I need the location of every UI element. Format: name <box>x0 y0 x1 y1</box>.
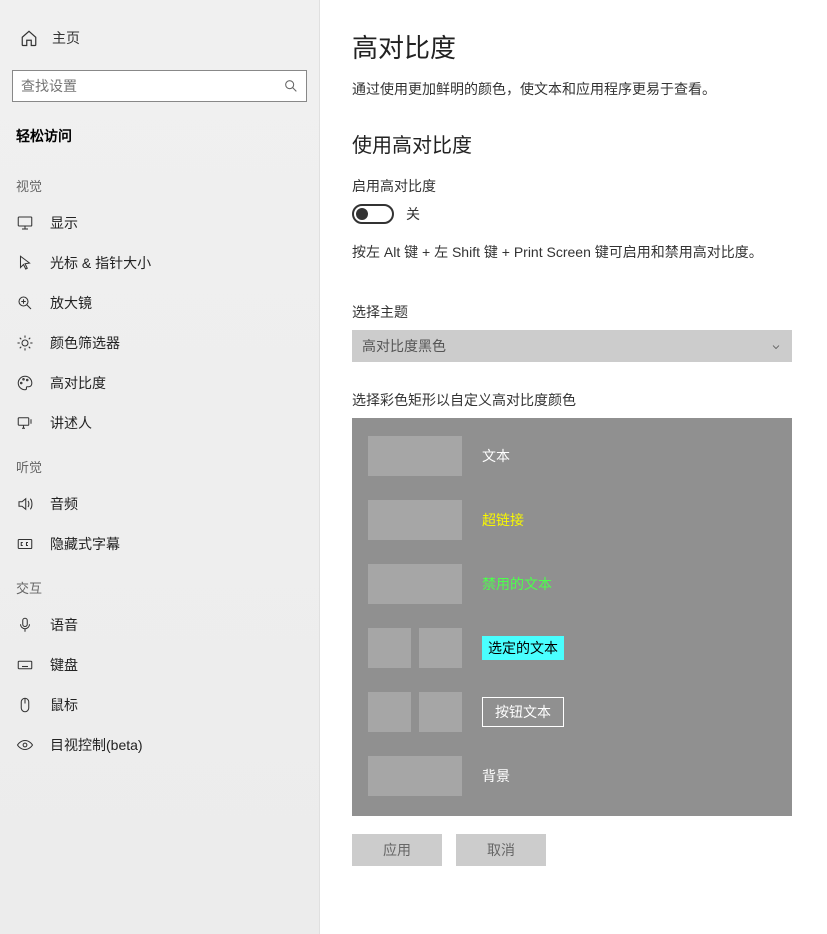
swatch-background[interactable] <box>368 756 462 796</box>
color-label-selected: 选定的文本 <box>482 636 564 660</box>
theme-select[interactable]: 高对比度黑色 <box>352 330 792 362</box>
audio-icon <box>16 495 34 513</box>
page-title: 高对比度 <box>352 28 795 65</box>
cursor-icon <box>16 254 34 272</box>
swatch-text[interactable] <box>368 436 462 476</box>
color-label-text: 文本 <box>482 446 510 466</box>
sidebar-item-voice[interactable]: 语音 <box>0 605 319 645</box>
chevron-down-icon <box>770 340 782 352</box>
brightness-icon <box>16 334 34 352</box>
keyboard-icon <box>16 656 34 674</box>
color-label-background: 背景 <box>482 766 510 786</box>
mouse-icon <box>16 696 34 714</box>
sidebar-item-color-filters[interactable]: 颜色筛选器 <box>0 323 319 363</box>
sidebar-item-label: 音频 <box>50 494 78 514</box>
magnifier-icon <box>16 294 34 312</box>
sidebar-item-cursor[interactable]: 光标 & 指针大小 <box>0 243 319 283</box>
sidebar-item-label: 颜色筛选器 <box>50 333 120 353</box>
sidebar-item-eye-control[interactable]: 目视控制(beta) <box>0 725 319 765</box>
sidebar-item-label: 鼠标 <box>50 695 78 715</box>
monitor-icon <box>16 214 34 232</box>
cancel-button[interactable]: 取消 <box>456 834 546 866</box>
swatch-hyperlink[interactable] <box>368 500 462 540</box>
sidebar-item-label: 目视控制(beta) <box>50 735 143 755</box>
category-title: 轻松访问 <box>0 120 319 162</box>
sidebar-item-mouse[interactable]: 鼠标 <box>0 685 319 725</box>
mic-icon <box>16 616 34 634</box>
sidebar-item-label: 隐藏式字幕 <box>50 534 120 554</box>
sidebar-item-label: 讲述人 <box>50 413 92 433</box>
enable-label: 启用高对比度 <box>352 176 795 196</box>
swatch-selected-bg[interactable] <box>419 628 462 668</box>
palette-icon <box>16 374 34 392</box>
color-panel: 文本 超链接 禁用的文本 选定的文本 按钮文本 背景 <box>352 418 792 816</box>
sidebar-item-label: 键盘 <box>50 655 78 675</box>
apply-button[interactable]: 应用 <box>352 834 442 866</box>
theme-select-value: 高对比度黑色 <box>362 336 446 356</box>
colors-panel-label: 选择彩色矩形以自定义高对比度颜色 <box>352 390 795 410</box>
sidebar-item-audio[interactable]: 音频 <box>0 484 319 524</box>
sidebar-item-label: 光标 & 指针大小 <box>50 253 151 273</box>
swatch-button-bg[interactable] <box>419 692 462 732</box>
home-nav[interactable]: 主页 <box>0 20 319 56</box>
home-icon <box>20 29 38 47</box>
sidebar-item-label: 显示 <box>50 213 78 233</box>
sidebar-item-narrator[interactable]: 讲述人 <box>0 403 319 443</box>
swatch-button-fg[interactable] <box>368 692 411 732</box>
shortcut-hint: 按左 Alt 键 + 左 Shift 键 + Print Screen 键可启用… <box>352 242 795 262</box>
toggle-knob <box>356 208 368 220</box>
color-label-button: 按钮文本 <box>482 697 564 727</box>
swatch-disabled[interactable] <box>368 564 462 604</box>
search-icon <box>283 78 299 94</box>
home-label: 主页 <box>52 28 80 48</box>
color-label-hyperlink: 超链接 <box>482 510 524 530</box>
group-label-vision: 视觉 <box>0 162 319 203</box>
page-description: 通过使用更加鲜明的颜色，使文本和应用程序更易于查看。 <box>352 79 795 99</box>
sidebar-item-keyboard[interactable]: 键盘 <box>0 645 319 685</box>
sidebar-item-label: 语音 <box>50 615 78 635</box>
sidebar-item-label: 放大镜 <box>50 293 92 313</box>
search-container <box>12 70 307 102</box>
group-label-hearing: 听觉 <box>0 443 319 484</box>
section-heading-use: 使用高对比度 <box>352 129 795 158</box>
sidebar-item-label: 高对比度 <box>50 373 106 393</box>
toggle-state-label: 关 <box>406 204 420 224</box>
high-contrast-toggle[interactable] <box>352 204 394 224</box>
group-label-interaction: 交互 <box>0 564 319 605</box>
swatch-selected-fg[interactable] <box>368 628 411 668</box>
search-input[interactable] <box>12 70 307 102</box>
theme-select-label: 选择主题 <box>352 302 795 322</box>
captions-icon <box>16 535 34 553</box>
sidebar-item-captions[interactable]: 隐藏式字幕 <box>0 524 319 564</box>
sidebar-item-display[interactable]: 显示 <box>0 203 319 243</box>
color-label-disabled: 禁用的文本 <box>482 574 552 594</box>
narrator-icon <box>16 414 34 432</box>
sidebar-item-high-contrast[interactable]: 高对比度 <box>0 363 319 403</box>
sidebar-item-magnifier[interactable]: 放大镜 <box>0 283 319 323</box>
eye-icon <box>16 736 34 754</box>
